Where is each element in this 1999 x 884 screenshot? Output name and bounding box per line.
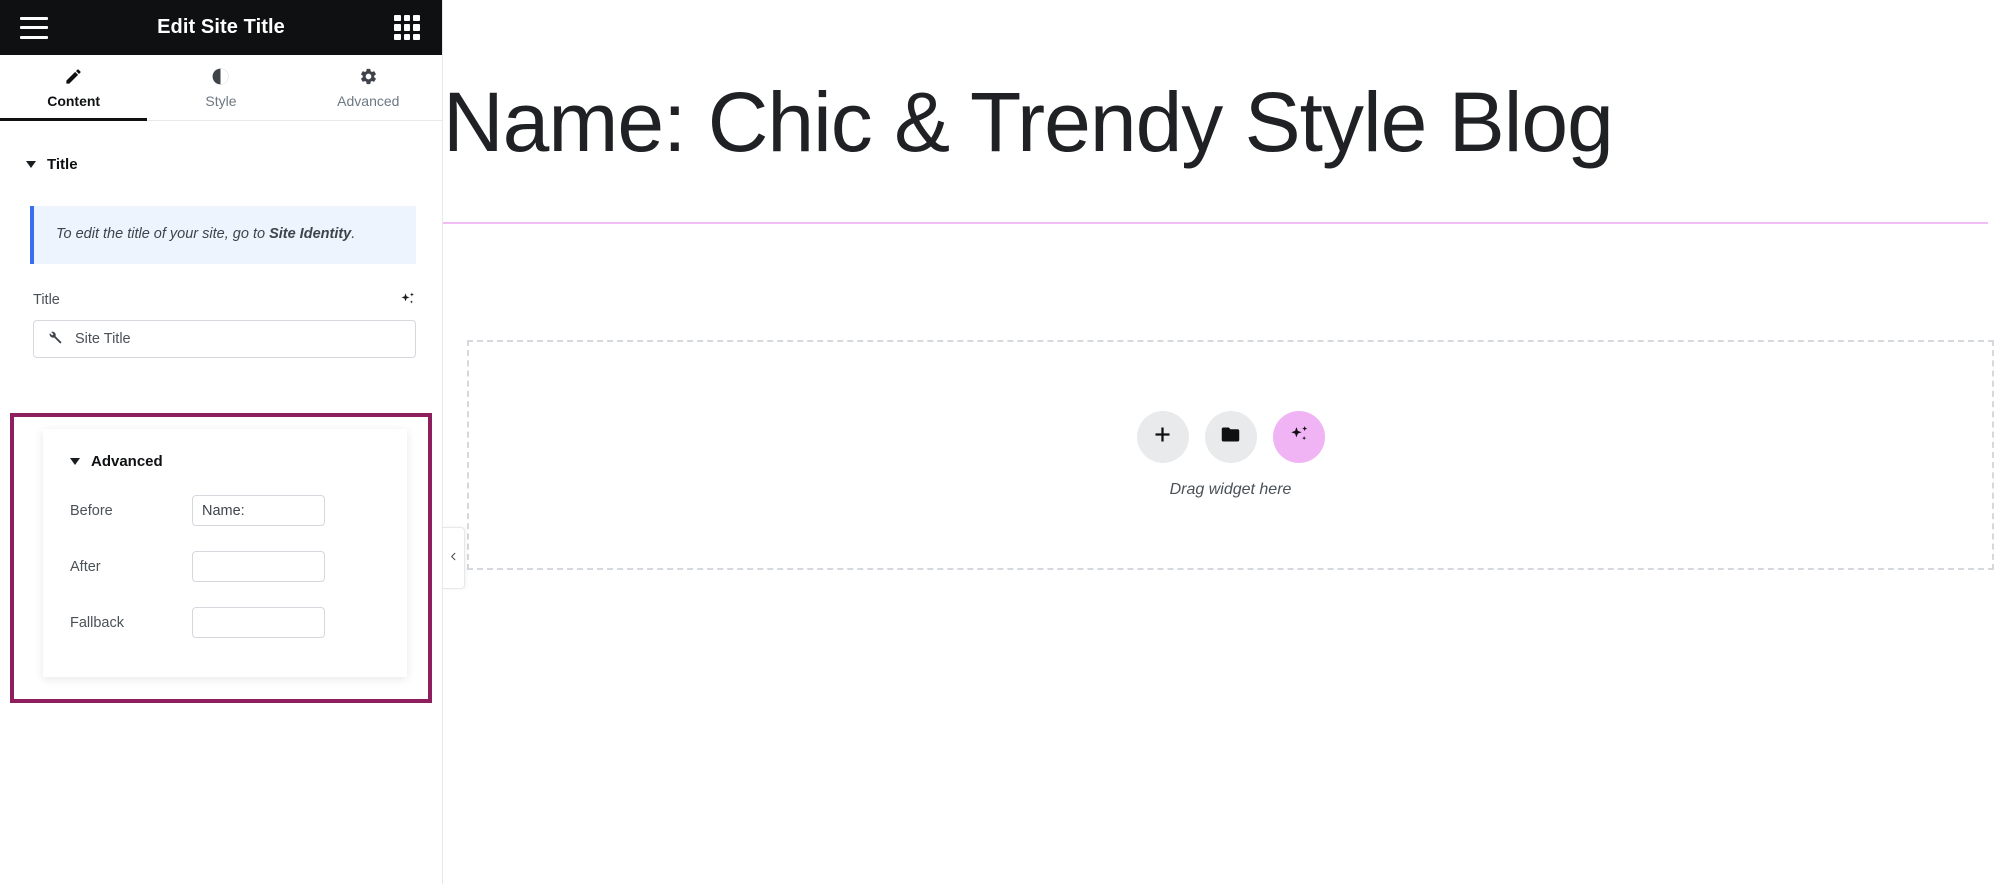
add-template-button[interactable] bbox=[1204, 411, 1257, 463]
contrast-icon bbox=[211, 67, 230, 86]
elementor-editor: Edit Site Title Content Style Advanced T… bbox=[0, 0, 1999, 884]
canvas-inner: Name: Chic & Trendy Style Blog Drag widg… bbox=[443, 0, 1999, 884]
dropzone-content: Drag widget here bbox=[469, 411, 1992, 499]
before-input[interactable] bbox=[192, 495, 325, 526]
section-title-label: Title bbox=[47, 156, 78, 173]
ai-builder-button[interactable] bbox=[1272, 411, 1325, 463]
after-input[interactable] bbox=[192, 551, 325, 582]
panel-header: Edit Site Title bbox=[0, 0, 442, 55]
title-source-select[interactable]: Site Title bbox=[33, 320, 416, 359]
section-header-title[interactable]: Title bbox=[0, 121, 442, 173]
editor-canvas: Name: Chic & Trendy Style Blog Drag widg… bbox=[443, 0, 1999, 884]
editor-panel: Edit Site Title Content Style Advanced T… bbox=[0, 0, 443, 884]
wrench-icon bbox=[47, 330, 62, 349]
widget-dropzone[interactable]: Drag widget here bbox=[467, 340, 1994, 570]
chevron-left-icon bbox=[448, 549, 459, 567]
tab-style-label: Style bbox=[205, 92, 237, 109]
dropzone-hint: Drag widget here bbox=[1169, 481, 1292, 498]
panel-body: Title To edit the title of your site, go… bbox=[0, 121, 442, 884]
notice-text-after: . bbox=[351, 226, 356, 242]
notice-text-before: To edit the title of your site, go to bbox=[56, 226, 270, 242]
page-title: Edit Site Title bbox=[157, 16, 285, 38]
caret-down-icon bbox=[26, 161, 36, 168]
title-source-value: Site Title bbox=[75, 331, 131, 348]
title-field-label-row: Title bbox=[0, 264, 442, 308]
section-advanced-label: Advanced bbox=[91, 453, 163, 470]
section-header-advanced[interactable]: Advanced bbox=[43, 429, 407, 470]
plus-icon bbox=[1152, 424, 1173, 450]
hamburger-menu-icon[interactable] bbox=[20, 16, 48, 39]
advanced-section-card: Advanced Before After Fallback bbox=[43, 429, 407, 677]
field-row-before: Before bbox=[43, 495, 407, 526]
fallback-field-label: Fallback bbox=[70, 614, 124, 631]
site-title-underline bbox=[443, 222, 1988, 224]
site-title-widget[interactable]: Name: Chic & Trendy Style Blog bbox=[443, 78, 1988, 166]
after-field-label: After bbox=[70, 558, 101, 575]
title-field-label: Title bbox=[33, 291, 60, 308]
site-identity-notice: To edit the title of your site, go to Si… bbox=[30, 206, 416, 265]
before-field-label: Before bbox=[70, 502, 113, 519]
tab-advanced[interactable]: Advanced bbox=[295, 55, 442, 120]
tab-style[interactable]: Style bbox=[147, 55, 294, 120]
gear-icon bbox=[359, 67, 378, 86]
tab-advanced-label: Advanced bbox=[337, 92, 400, 109]
panel-tabs: Content Style Advanced bbox=[0, 55, 442, 121]
add-widget-button[interactable] bbox=[1136, 411, 1189, 463]
field-row-fallback: Fallback bbox=[43, 607, 407, 638]
tab-content-label: Content bbox=[47, 92, 101, 109]
app-grid-icon[interactable] bbox=[394, 14, 420, 41]
field-row-after: After bbox=[43, 551, 407, 582]
ai-sparkle-icon bbox=[1288, 424, 1310, 451]
folder-icon bbox=[1220, 424, 1241, 450]
advanced-section-highlight: Advanced Before After Fallback bbox=[10, 413, 432, 703]
fallback-input[interactable] bbox=[192, 607, 325, 638]
caret-down-icon bbox=[70, 458, 80, 465]
ai-sparkle-icon[interactable] bbox=[399, 291, 416, 308]
panel-collapse-button[interactable] bbox=[443, 527, 465, 589]
tab-content[interactable]: Content bbox=[0, 55, 148, 121]
notice-link[interactable]: Site Identity bbox=[269, 226, 351, 242]
pencil-icon bbox=[64, 67, 83, 86]
dropzone-buttons bbox=[1136, 411, 1325, 463]
